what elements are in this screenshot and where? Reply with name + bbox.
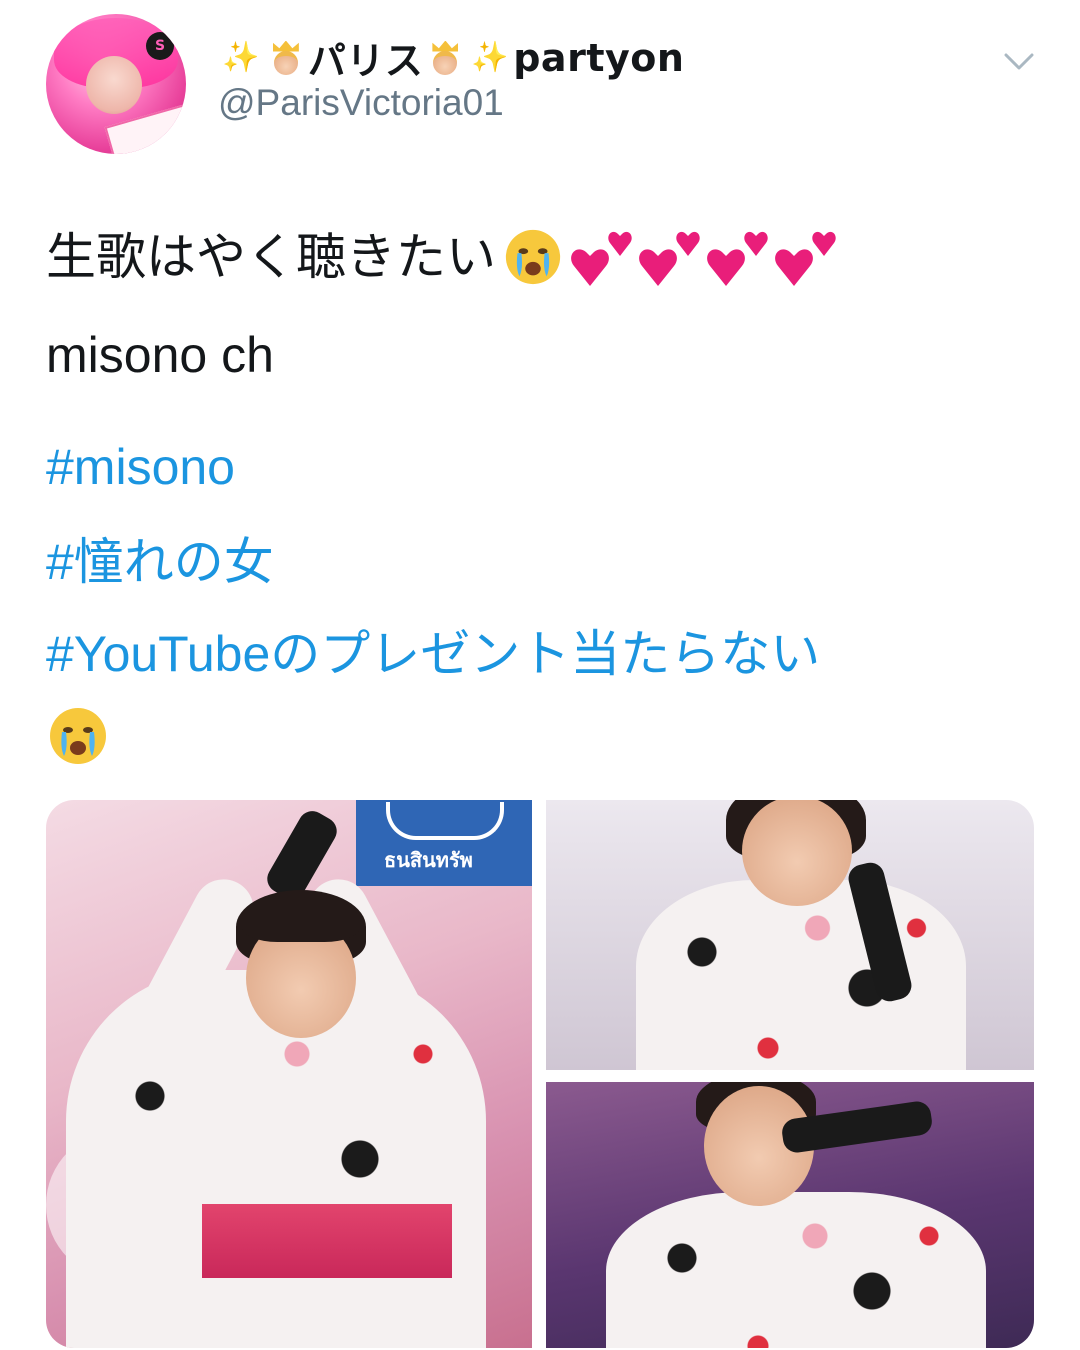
avatar[interactable]: S <box>46 14 186 154</box>
hearts-group <box>568 226 840 288</box>
two-hearts-icon <box>707 231 768 286</box>
display-name-suffix: partyon <box>513 35 685 80</box>
sparkles-icon: ✨ <box>222 40 260 75</box>
sparkles-icon: ✨ <box>471 40 510 75</box>
tweet-second-line: misono ch <box>46 327 274 383</box>
performer-obi <box>202 1204 452 1278</box>
banner-logo <box>386 802 504 840</box>
tweet-card: S ✨ パリス ✨ partyon @ParisVictoria01 生歌はやく… <box>0 0 1080 1350</box>
crying-face-icon <box>50 708 106 764</box>
princess-icon <box>270 40 302 75</box>
performer-face <box>742 800 852 906</box>
stage-banner: ธนสินทรัพ <box>356 800 532 886</box>
photo-1[interactable]: ธนสินทรัพ <box>46 800 532 1348</box>
media-grid: ธนสินทรัพ <box>46 800 1034 1348</box>
hashtag-link[interactable]: #YouTubeのプレゼント当たらない <box>46 614 820 686</box>
princess-icon <box>429 40 461 75</box>
chevron-down-icon[interactable] <box>1002 44 1036 78</box>
photo-2[interactable] <box>546 800 1034 1070</box>
display-name[interactable]: ✨ パリス ✨ partyon <box>218 30 684 85</box>
performer-kimono <box>636 880 966 1070</box>
tweet-main-text: 生歌はやく聴きたい <box>46 228 496 286</box>
avatar-face <box>86 56 142 114</box>
display-name-text: パリス <box>307 39 424 83</box>
crying-face-icon <box>505 229 561 285</box>
two-hearts-icon <box>775 231 836 286</box>
two-hearts-icon <box>571 231 632 286</box>
user-handle[interactable]: @ParisVictoria01 <box>218 82 504 124</box>
hashtag-link[interactable]: #憧れの女 <box>46 522 274 594</box>
tweet-text: 生歌はやく聴きたい <box>46 226 840 288</box>
hashtag-link[interactable]: #misono <box>46 438 235 496</box>
performer-bangs <box>242 892 360 942</box>
avatar-badge: S <box>146 32 174 60</box>
two-hearts-icon <box>639 231 700 286</box>
performer-kimono <box>606 1192 986 1348</box>
photo-3[interactable] <box>546 1082 1034 1348</box>
banner-text: ธนสินทรัพ <box>384 848 473 872</box>
